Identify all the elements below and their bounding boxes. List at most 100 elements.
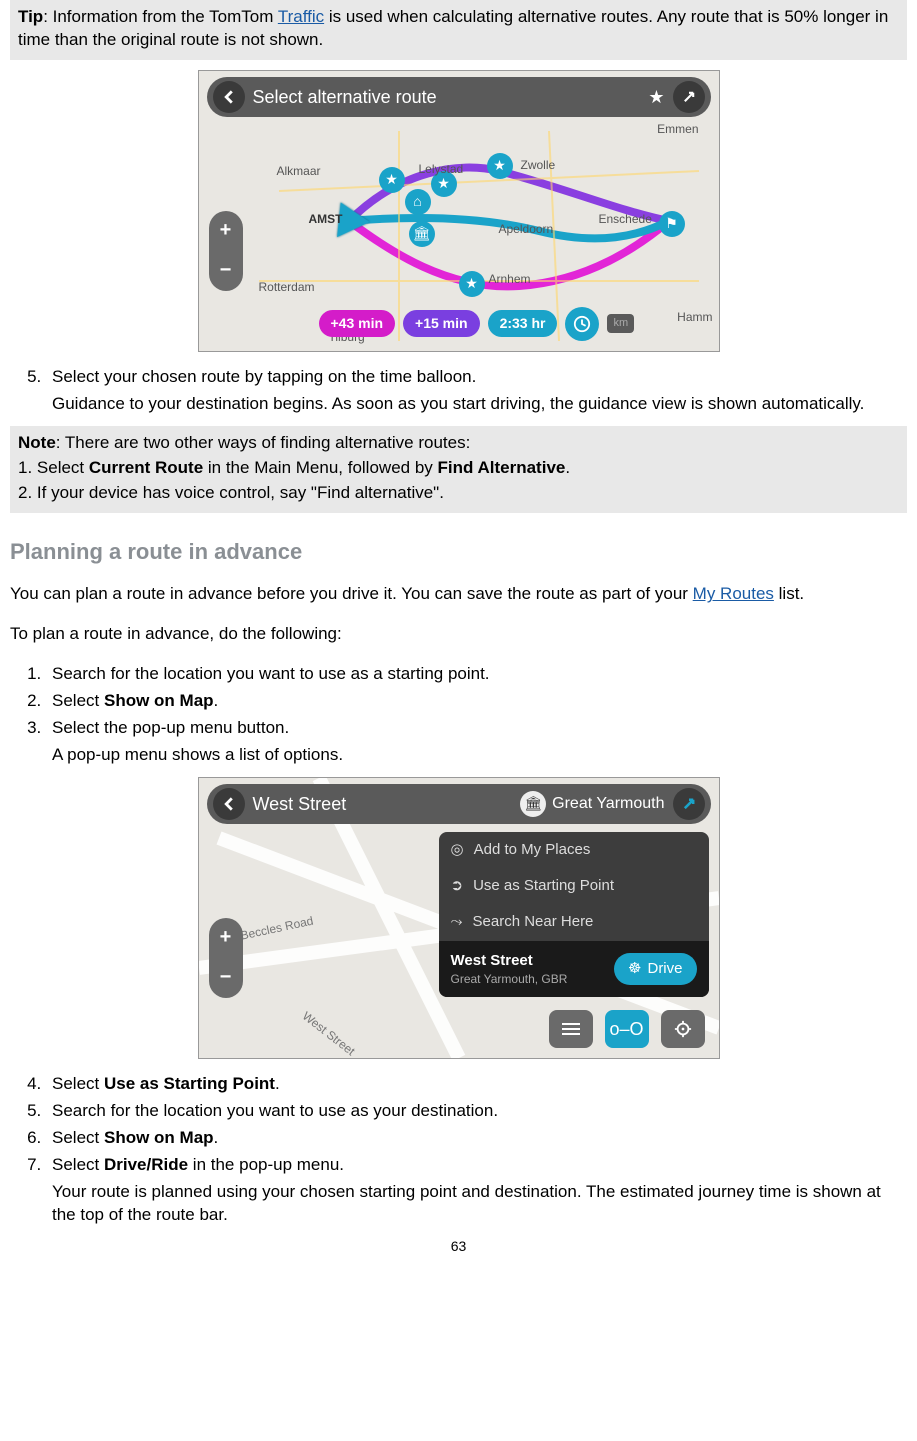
map-label: Enschede	[599, 211, 652, 227]
back-button[interactable]	[213, 81, 245, 113]
map-label: Rotterdam	[259, 279, 315, 295]
steps-4-7: Select Use as Starting Point. Search for…	[10, 1073, 907, 1227]
step-7-body: Your route is planned using your chosen …	[52, 1181, 907, 1227]
my-routes-link[interactable]: My Routes	[693, 584, 774, 603]
step-5-line1: Select your chosen route by tapping on t…	[52, 367, 476, 386]
drive-button[interactable]: ☸ Drive	[614, 953, 696, 985]
poi-star-icon: ★	[487, 153, 513, 179]
topbar-mid: 🏛 Great Yarmouth	[520, 791, 664, 817]
chevron-left-icon	[222, 797, 236, 811]
t: You can plan a route in advance before y…	[10, 584, 693, 603]
menu-item-starting-point[interactable]: ➲ Use as Starting Point	[439, 868, 709, 904]
t: Show on Map	[104, 691, 214, 710]
zoom-out-icon[interactable]: −	[220, 964, 232, 991]
note-intro-text: : There are two other ways of finding al…	[56, 433, 471, 452]
map-label: Arnhem	[489, 271, 531, 287]
arrow-icon	[682, 797, 696, 811]
crosshair-icon	[674, 1020, 692, 1038]
tip-text: Tip: Information from the TomTom Traffic…	[18, 6, 899, 52]
tip-box: Tip: Information from the TomTom Traffic…	[10, 0, 907, 60]
poi-home-icon: ⌂	[405, 189, 431, 215]
destination-flag-icon: ⚑	[659, 211, 685, 237]
step-2: Select Show on Map.	[46, 690, 907, 713]
route-time-pill[interactable]: 2:33 hr	[488, 310, 558, 337]
figure-popup-menu: Beccles Road West Street West Street 🏛 G…	[198, 777, 720, 1059]
pin-icon: ◎	[451, 840, 464, 860]
route-time-pills: +43 min +15 min 2:33 hr km	[319, 307, 635, 341]
t: .	[214, 691, 219, 710]
figure-topbar: Select alternative route ★	[207, 77, 711, 117]
route-time-pill[interactable]: +15 min	[403, 310, 480, 337]
t: .	[275, 1074, 280, 1093]
menu-icon	[561, 1022, 581, 1036]
map-label: Emmen	[657, 121, 698, 137]
menu-item-search-near[interactable]: ⤳ Search Near Here	[439, 904, 709, 940]
map-label: Apeldoorn	[499, 221, 554, 237]
zoom-in-icon[interactable]: +	[220, 924, 232, 951]
selected-title: West Street	[451, 951, 568, 971]
menu-label: Use as Starting Point	[473, 876, 614, 896]
menu-label: Add to My Places	[474, 840, 591, 860]
traffic-link[interactable]: Traffic	[278, 7, 324, 26]
t: in the pop-up menu.	[188, 1155, 344, 1174]
t: Select	[52, 1128, 104, 1147]
t: Select	[52, 691, 104, 710]
route-overview-button[interactable]: o–O	[605, 1010, 649, 1048]
location-info-icon: 🏛	[520, 791, 546, 817]
clock-icon	[573, 315, 591, 333]
switch-view-button[interactable]	[673, 788, 705, 820]
route-time-pill[interactable]: +43 min	[319, 310, 396, 337]
back-button[interactable]	[213, 788, 245, 820]
steering-wheel-icon: ☸	[628, 959, 641, 979]
chevron-left-icon	[222, 90, 236, 104]
t: Show on Map	[104, 1128, 214, 1147]
section-heading: Planning a route in advance	[10, 537, 907, 567]
zoom-in-icon[interactable]: +	[220, 217, 232, 244]
topbar-left-title: West Street	[253, 792, 513, 816]
step-6: Select Show on Map.	[46, 1127, 907, 1150]
clock-button[interactable]	[565, 307, 599, 341]
map-label: Hamm	[677, 309, 712, 325]
tip-label: Tip	[18, 7, 43, 26]
menu-button[interactable]	[549, 1010, 593, 1048]
poi-star-icon: ★	[459, 271, 485, 297]
figure-alternative-route: ★ ⌂ ★ 🏛 ★ ★ ⚑ Emmen Alkmaar Lelystad Zwo…	[198, 70, 720, 352]
switch-view-button[interactable]	[673, 81, 705, 113]
route-points-icon: o–O	[609, 1017, 643, 1041]
t: Use as Starting Point	[104, 1074, 275, 1093]
t: Find Alternative	[438, 458, 566, 477]
t: .	[565, 458, 570, 477]
poi-star-icon: ★	[379, 167, 405, 193]
step-3-body: A pop-up menu shows a list of options.	[52, 744, 907, 767]
menu-label: Search Near Here	[473, 912, 594, 932]
t: Select	[52, 1155, 104, 1174]
recenter-button[interactable]	[661, 1010, 705, 1048]
menu-item-add-places[interactable]: ◎ Add to My Places	[439, 832, 709, 868]
road-label: Beccles Road	[239, 912, 315, 943]
map-label: AMST	[309, 211, 343, 227]
note-intro: Note: There are two other ways of findin…	[18, 432, 899, 455]
bottom-controls: o–O	[549, 1010, 705, 1048]
t: Current Route	[89, 458, 203, 477]
selected-subtitle: Great Yarmouth, GBR	[451, 971, 568, 987]
step-5-line2: Guidance to your destination begins. As …	[52, 393, 907, 416]
t: Select the pop-up menu button.	[52, 718, 289, 737]
zoom-out-icon[interactable]: −	[220, 257, 232, 284]
arrow-icon	[682, 90, 696, 104]
poi-building-icon: 🏛	[409, 221, 435, 247]
t: Select	[52, 1074, 104, 1093]
selected-text: West Street Great Yarmouth, GBR	[451, 951, 568, 987]
tip-before: : Information from the TomTom	[43, 7, 278, 26]
map-label: Alkmaar	[277, 163, 321, 179]
zoom-control[interactable]: + −	[209, 918, 243, 998]
favorite-star-icon: ★	[648, 85, 664, 109]
step-7: Select Drive/Ride in the pop-up menu. Yo…	[46, 1154, 907, 1227]
note-box: Note: There are two other ways of findin…	[10, 426, 907, 513]
step-3: Select the pop-up menu button. A pop-up …	[46, 717, 907, 767]
note-label: Note	[18, 433, 56, 452]
zoom-control[interactable]: + −	[209, 211, 243, 291]
intro-paragraph: You can plan a route in advance before y…	[10, 583, 907, 606]
step-5b: Search for the location you want to use …	[46, 1100, 907, 1123]
menu-item-selected[interactable]: West Street Great Yarmouth, GBR ☸ Drive	[439, 941, 709, 997]
t: Drive/Ride	[104, 1155, 188, 1174]
